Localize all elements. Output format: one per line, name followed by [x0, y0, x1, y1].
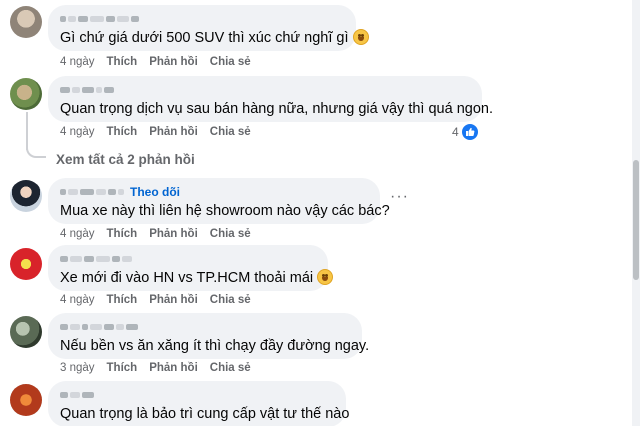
comment-bubble: Xe mới đi vào HN vs TP.HCM thoải mái	[48, 245, 334, 291]
smiling-face-emoji	[352, 29, 369, 45]
reply-button[interactable]: Phản hồi	[149, 362, 198, 374]
blurred-name	[60, 14, 139, 24]
blurred-name	[60, 254, 132, 264]
thread-line	[26, 112, 28, 150]
timestamp[interactable]: 4 ngày	[60, 294, 95, 306]
share-button[interactable]: Chia sẻ	[210, 362, 251, 374]
comment-text: Quan trọng dịch vụ sau bán hàng nữa, như…	[60, 101, 493, 117]
avatar[interactable]	[10, 6, 42, 38]
comment-bubble: Theo dõi Mua xe này thì liên hệ showroom…	[48, 178, 390, 224]
commenter-name[interactable]	[60, 83, 470, 97]
reply-button[interactable]: Phản hồi	[149, 294, 198, 306]
avatar[interactable]	[10, 316, 42, 348]
share-button[interactable]: Chia sẻ	[210, 294, 251, 306]
reply-button[interactable]: Phản hồi	[149, 56, 198, 68]
thumbs-up-icon	[461, 124, 478, 140]
comment-bubble: Gì chứ giá dưới 500 SUV thì xúc chứ nghĩ…	[48, 5, 369, 51]
share-button[interactable]: Chia sẻ	[210, 228, 251, 240]
avatar[interactable]	[10, 384, 42, 416]
comment-text: Xe mới đi vào HN vs TP.HCM thoải mái	[60, 268, 334, 288]
blurred-name	[60, 390, 94, 400]
share-button[interactable]: Chia sẻ	[210, 56, 251, 68]
comment-actions: 4 ngày Thích Phản hồi Chia sẻ	[60, 126, 251, 138]
blurred-name	[60, 85, 114, 95]
comment-text: Mua xe này thì liên hệ showroom nào vậy …	[60, 203, 390, 219]
timestamp[interactable]: 3 ngày	[60, 362, 95, 374]
more-options-button[interactable]: ···	[390, 188, 409, 206]
comment-text: Quan trọng là bảo trì cung cấp vật tư th…	[60, 406, 350, 422]
avatar[interactable]	[10, 248, 42, 280]
grinning-face-emoji	[317, 269, 334, 285]
view-all-replies-link[interactable]: Xem tất cả 2 phản hồi	[56, 152, 195, 167]
reply-button[interactable]: Phản hồi	[149, 126, 198, 138]
timestamp[interactable]: 4 ngày	[60, 126, 95, 138]
blurred-name	[60, 322, 138, 332]
share-button[interactable]: Chia sẻ	[210, 126, 251, 138]
commenter-name[interactable]	[60, 388, 334, 402]
follow-button[interactable]: Theo dõi	[130, 185, 180, 199]
like-button[interactable]: Thích	[107, 228, 138, 240]
reply-button[interactable]: Phản hồi	[149, 228, 198, 240]
scrollbar-thumb[interactable]	[633, 160, 639, 280]
blurred-name[interactable]	[60, 187, 124, 197]
like-button[interactable]: Thích	[107, 294, 138, 306]
commenter-name[interactable]	[60, 12, 344, 26]
scrollbar[interactable]	[632, 0, 640, 426]
commenter-name[interactable]	[60, 320, 350, 334]
comment-bubble: Nếu bền vs ăn xăng ít thì chạy đầy đường…	[48, 313, 370, 359]
like-button[interactable]: Thích	[107, 126, 138, 138]
comment-bubble: Quan trọng dịch vụ sau bán hàng nữa, như…	[48, 76, 493, 122]
timestamp[interactable]: 4 ngày	[60, 228, 95, 240]
like-button[interactable]: Thích	[107, 56, 138, 68]
reaction-count: 4	[452, 125, 459, 139]
comment-text: Nếu bền vs ăn xăng ít thì chạy đầy đường…	[60, 338, 370, 354]
reaction-summary[interactable]: 4	[452, 124, 478, 140]
comment-actions: 4 ngày Thích Phản hồi Chia sẻ	[60, 228, 251, 240]
commenter-name[interactable]	[60, 252, 316, 266]
avatar[interactable]	[10, 78, 42, 110]
commenter-name-row: Theo dõi	[60, 185, 368, 199]
comment-actions: 3 ngày Thích Phản hồi Chia sẻ	[60, 362, 251, 374]
thread-elbow	[26, 148, 46, 158]
comment-bubble: Quan trọng là bảo trì cung cấp vật tư th…	[48, 381, 350, 426]
comment-actions: 4 ngày Thích Phản hồi Chia sẻ	[60, 56, 251, 68]
like-button[interactable]: Thích	[107, 362, 138, 374]
timestamp[interactable]: 4 ngày	[60, 56, 95, 68]
comment-actions: 4 ngày Thích Phản hồi Chia sẻ	[60, 294, 251, 306]
avatar[interactable]	[10, 180, 42, 212]
comment-text: Gì chứ giá dưới 500 SUV thì xúc chứ nghĩ…	[60, 28, 369, 48]
